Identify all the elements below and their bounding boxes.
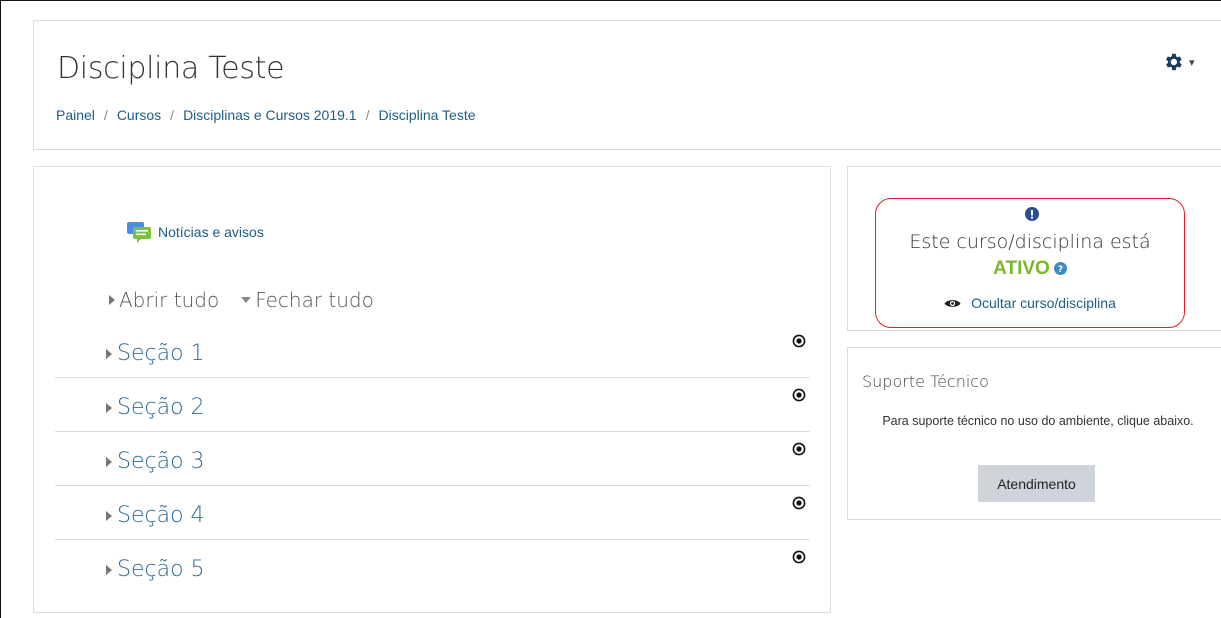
support-description: Para suporte técnico no uso do ambiente,…: [882, 414, 1194, 428]
caret-right-icon: [106, 402, 112, 413]
breadcrumb-item-category[interactable]: Disciplinas e Cursos 2019.1: [183, 107, 357, 123]
highlight-section-icon[interactable]: [792, 388, 806, 402]
section-title: Seção 5: [117, 557, 205, 582]
support-title: Suporte Técnico: [862, 372, 989, 391]
section-title: Seção 1: [117, 341, 205, 366]
page-header: Disciplina Teste Painel / Cursos / Disciplin…: [33, 20, 1221, 150]
section-toggle[interactable]: Seção 3: [106, 449, 205, 474]
collapse-all-button[interactable]: Fechar tudo: [241, 288, 374, 312]
course-status-text: Este curso/disciplina está: [909, 231, 1151, 253]
caret-right-icon: [106, 564, 112, 575]
section-title: Seção 2: [117, 395, 205, 420]
section-item: Seção 4: [55, 486, 810, 540]
svg-text:?: ?: [1058, 265, 1063, 275]
section-title: Seção 3: [117, 449, 205, 474]
breadcrumb-separator: /: [365, 107, 370, 123]
collapse-all-label: Fechar tudo: [255, 288, 374, 312]
caret-down-icon: [241, 297, 252, 303]
caret-right-icon: [109, 295, 115, 305]
help-icon[interactable]: ?: [1053, 262, 1067, 276]
gear-icon: [1166, 53, 1182, 71]
section-item: Seção 2: [55, 378, 810, 432]
course-content: Notícias e avisos Abrir tudo Fechar tudo…: [33, 166, 831, 613]
breadcrumb-item-course[interactable]: Disciplina Teste: [378, 107, 475, 123]
section-item: Seção 1: [55, 324, 810, 378]
breadcrumb-item-cursos[interactable]: Cursos: [117, 107, 161, 123]
breadcrumb-item-painel[interactable]: Painel: [56, 107, 95, 123]
chevron-down-icon: ▾: [1189, 56, 1195, 69]
caret-right-icon: [106, 348, 112, 359]
course-status-line: ATIVO ?: [875, 258, 1185, 280]
hide-course-link[interactable]: Ocultar curso/disciplina: [875, 295, 1185, 311]
course-status-value: ATIVO: [993, 258, 1050, 279]
highlight-section-icon[interactable]: [792, 550, 806, 564]
section-list: Seção 1 Seção 2 Seção 3 Seção 4 Seção 5: [55, 324, 810, 594]
breadcrumb-separator: /: [103, 107, 108, 123]
highlight-section-icon[interactable]: [792, 334, 806, 348]
section-item: Seção 5: [55, 540, 810, 594]
highlight-section-icon[interactable]: [792, 496, 806, 510]
breadcrumb-separator: /: [170, 107, 175, 123]
caret-right-icon: [106, 510, 112, 521]
page-title: Disciplina Teste: [57, 51, 285, 86]
section-title: Seção 4: [117, 503, 205, 528]
settings-menu-button[interactable]: ▾: [1162, 51, 1195, 73]
caret-right-icon: [106, 456, 112, 467]
forum-icon: [127, 222, 151, 243]
highlight-section-icon[interactable]: [792, 442, 806, 456]
expand-controls: Abrir tudo Fechar tudo: [109, 288, 374, 312]
expand-all-label: Abrir tudo: [119, 288, 220, 312]
news-forum-link[interactable]: Notícias e avisos: [126, 221, 264, 243]
news-forum-label: Notícias e avisos: [158, 224, 264, 240]
section-toggle[interactable]: Seção 5: [106, 557, 205, 582]
exclamation-icon: [1025, 207, 1039, 221]
section-toggle[interactable]: Seção 2: [106, 395, 205, 420]
section-item: Seção 3: [55, 432, 810, 486]
course-visibility-block: Este curso/disciplina está ATIVO ? Ocult…: [847, 166, 1221, 331]
eye-icon: [944, 299, 961, 307]
support-block: Suporte Técnico Para suporte técnico no …: [847, 347, 1221, 520]
expand-all-button[interactable]: Abrir tudo: [109, 288, 219, 312]
breadcrumb: Painel / Cursos / Disciplinas e Cursos 2019.…: [56, 107, 476, 123]
section-toggle[interactable]: Seção 1: [106, 341, 205, 366]
hide-course-label: Ocultar curso/disciplina: [971, 295, 1116, 311]
section-toggle[interactable]: Seção 4: [106, 503, 205, 528]
support-button[interactable]: Atendimento: [978, 465, 1095, 502]
